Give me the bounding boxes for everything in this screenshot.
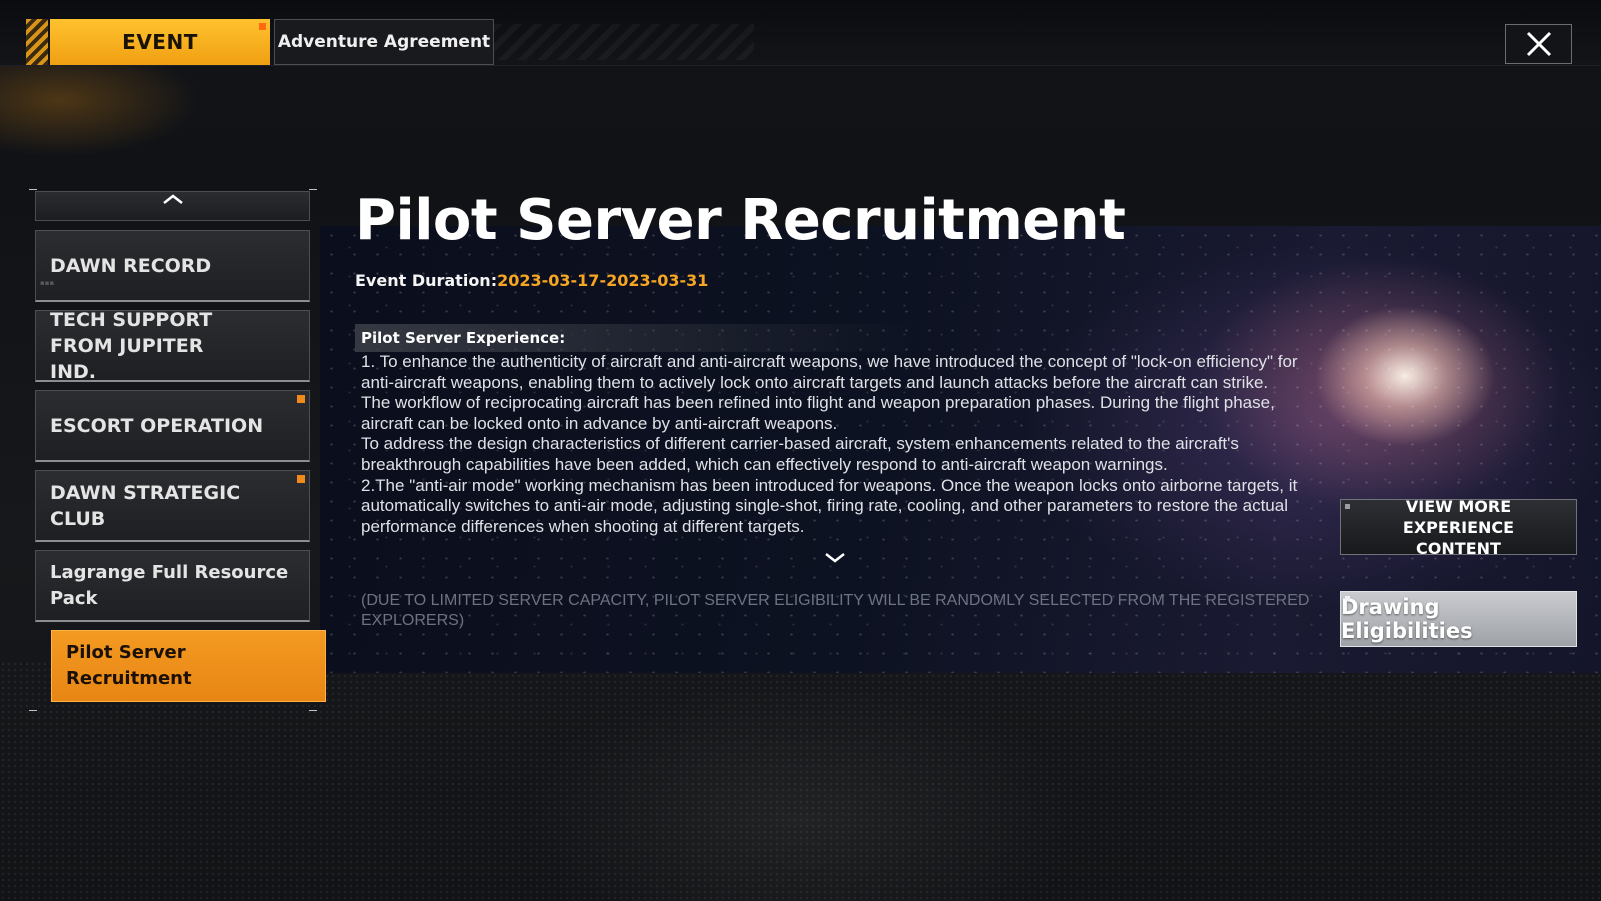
sidebar-item-label: DAWN RECORD — [50, 254, 212, 277]
chevron-up-icon — [162, 194, 183, 204]
drawing-label: Drawing Eligibilities — [1341, 595, 1473, 643]
scroll-down-button[interactable] — [823, 551, 847, 565]
tab-event[interactable]: EVENT — [50, 19, 270, 65]
sidebar-item-label: Lagrange Full Resource Pack — [50, 561, 289, 609]
description-paragraph: The workflow of reciprocating aircraft h… — [361, 393, 1275, 433]
sidebar-scroll-up[interactable] — [35, 191, 310, 221]
view-more-label: VIEW MORE EXPERIENCE CONTENT — [1402, 496, 1515, 558]
event-duration: Event Duration:2023-03-17-2023-03-31 — [355, 271, 708, 290]
eligibility-notice: (DUE TO LIMITED SERVER CAPACITY, PILOT S… — [361, 592, 1310, 629]
frame-corner — [309, 189, 317, 199]
item-tick-mark: ▪▪▪ — [40, 279, 55, 287]
sidebar-item-dawn-strategic-club[interactable]: DAWN STRATEGIC CLUB — [35, 470, 310, 542]
button-corner-mark — [1345, 596, 1350, 601]
close-icon — [1526, 31, 1551, 57]
description-paragraph: To address the design characteristics of… — [361, 434, 1239, 474]
duration-label: Event Duration: — [355, 271, 498, 290]
chevron-down-icon — [825, 553, 845, 563]
sidebar-item-lagrange-resource-pack[interactable]: Lagrange Full Resource Pack — [35, 550, 310, 622]
sidebar-item-dawn-record[interactable]: DAWN RECORD ▪▪▪ — [35, 230, 310, 302]
frame-corner — [29, 701, 37, 711]
sidebar-item-label: TECH SUPPORT FROM JUPITER IND. — [50, 308, 213, 383]
tab-decoration — [26, 19, 48, 65]
frame-corner — [309, 701, 317, 711]
button-corner-mark — [1345, 504, 1350, 509]
close-button[interactable] — [1505, 24, 1572, 64]
sidebar-item-label: DAWN STRATEGIC CLUB — [50, 481, 241, 530]
description-paragraph: 2.The "anti-air mode" working mechanism … — [361, 475, 1298, 536]
tab-event-label: EVENT — [122, 30, 198, 54]
description-paragraph: 1. To enhance the authenticity of aircra… — [361, 352, 1298, 392]
view-more-experience-button[interactable]: VIEW MORE EXPERIENCE CONTENT — [1340, 497, 1577, 558]
drawing-eligibilities-button[interactable]: Drawing Eligibilities — [1340, 591, 1577, 647]
section-heading: Pilot Server Experience: — [355, 324, 915, 352]
tab-adventure-label: Adventure Agreement — [277, 32, 491, 52]
sidebar-item-label: Pilot Server Recruitment — [66, 642, 192, 689]
tab-corner-mark — [259, 23, 266, 30]
tab-adventure-agreement[interactable]: Adventure Agreement — [274, 19, 494, 65]
page-title: Pilot Server Recruitment — [355, 188, 1126, 253]
sidebar-item-tech-support[interactable]: TECH SUPPORT FROM JUPITER IND. — [35, 308, 310, 383]
notification-badge — [297, 395, 305, 403]
sidebar-item-pilot-server-recruitment[interactable]: Pilot Server Recruitment — [51, 630, 326, 702]
sidebar-item-escort-operation[interactable]: ESCORT OPERATION — [35, 390, 310, 462]
sidebar-item-label: ESCORT OPERATION — [50, 414, 264, 437]
duration-value: 2023-03-17-2023-03-31 — [497, 271, 709, 290]
description-scroll-area[interactable]: 1. To enhance the authenticity of aircra… — [361, 352, 1314, 566]
notification-badge — [297, 475, 305, 483]
header-stripes — [494, 24, 754, 60]
